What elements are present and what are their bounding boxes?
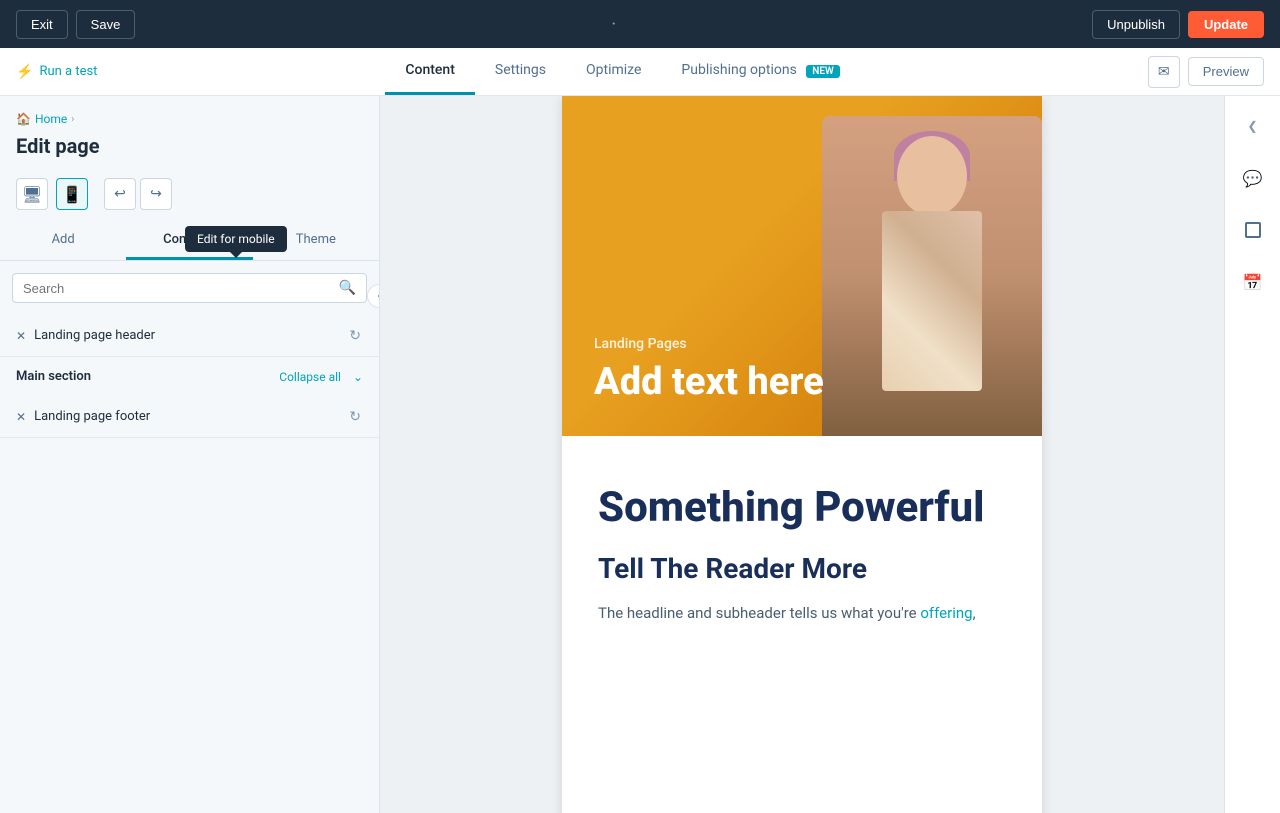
collapse-all-link[interactable]: Collapse all [279, 370, 341, 384]
sidebar-header: 🏠 Home › Edit page [0, 96, 379, 178]
content-heading: Something Powerful [598, 484, 1006, 532]
tab-theme[interactable]: Theme [253, 222, 379, 260]
top-nav: Exit Save · Unpublish Update [0, 0, 1280, 48]
tab-settings[interactable]: Settings [475, 48, 566, 95]
search-input-wrap: 🔍 [12, 273, 367, 303]
save-button[interactable]: Save [76, 10, 136, 39]
main-section-controls: Collapse all ⌄ [279, 370, 363, 384]
desktop-view-button[interactable]: 🖥 [16, 178, 48, 210]
run-test-icon: ⚡ [16, 64, 33, 80]
second-nav: ⚡ Run a test Content Settings Optimize P… [0, 48, 1280, 96]
run-test-label: Run a test [39, 64, 97, 79]
body-end: , [973, 604, 976, 622]
list-item-landing-footer[interactable]: ✕ Landing page footer ↻ [0, 396, 379, 438]
person-body [882, 211, 982, 391]
sidebar-item-footer-left: ✕ Landing page footer [16, 409, 150, 424]
canvas-hero: Landing Pages Add text here [562, 96, 1042, 436]
calendar-icon-button[interactable]: 📅 [1235, 264, 1271, 300]
canvas-area: Landing Pages Add text here Something Po… [380, 96, 1224, 813]
sidebar-item-actions: ↻ [347, 325, 363, 346]
unpublish-button[interactable]: Unpublish [1092, 10, 1180, 39]
body-highlight: offering [920, 604, 972, 622]
calendar-icon: 📅 [1243, 273, 1263, 292]
view-mode-buttons: 🖥 📱 ↩ ↪ [0, 178, 379, 222]
hero-person-image [822, 116, 1042, 436]
content-subheading: Tell The Reader More [598, 552, 1006, 585]
search-input[interactable] [23, 281, 339, 296]
chat-icon-button[interactable]: 💬 [1235, 160, 1271, 196]
page-title: Edit page [16, 134, 363, 158]
layout-icon [1245, 222, 1261, 238]
undo-redo-group: ↩ ↪ [104, 178, 172, 210]
main-section-label: Main section [16, 369, 91, 384]
footer-refresh-icon[interactable]: ↻ [347, 406, 363, 427]
left-sidebar: Edit for mobile 🏠 Home › Edit page 🖥 📱 ↩… [0, 96, 380, 813]
redo-button[interactable]: ↪ [140, 178, 172, 210]
main-layout: Edit for mobile 🏠 Home › Edit page 🖥 📱 ↩… [0, 96, 1280, 813]
search-icon: 🔍 [339, 280, 356, 296]
close-icon: ✕ [16, 329, 26, 343]
canvas-content: Something Powerful Tell The Reader More … [562, 436, 1042, 657]
breadcrumb-label: Home [35, 112, 67, 126]
hero-title: Add text here [594, 362, 824, 404]
mobile-view-button[interactable]: 📱 [56, 178, 88, 210]
sidebar-footer-label: Landing page footer [34, 409, 150, 424]
close-footer-icon: ✕ [16, 410, 26, 424]
message-icon-button[interactable]: ✉ [1148, 56, 1180, 88]
chat-icon: 💬 [1243, 169, 1263, 188]
refresh-icon[interactable]: ↻ [347, 325, 363, 346]
sidebar-tabs: Add Contents Theme [0, 222, 379, 261]
search-container: 🔍 [0, 261, 379, 315]
tab-contents[interactable]: Contents [126, 222, 252, 260]
right-collapse-button[interactable]: ❮ [1235, 108, 1271, 144]
right-sidebar: ❮ 💬 📅 [1224, 96, 1280, 813]
breadcrumb[interactable]: 🏠 Home › [16, 112, 363, 126]
hero-text-content: Landing Pages Add text here [594, 336, 824, 404]
nav-tabs: Content Settings Optimize Publishing opt… [97, 48, 1147, 95]
top-nav-left: Exit Save [16, 10, 135, 39]
body-text: The headline and subheader tells us what… [598, 604, 920, 622]
tab-add[interactable]: Add [0, 222, 126, 260]
tab-content[interactable]: Content [385, 48, 475, 95]
top-nav-center: · [135, 14, 1092, 35]
preview-button[interactable]: Preview [1188, 57, 1264, 86]
exit-button[interactable]: Exit [16, 10, 68, 39]
sidebar-item-left: ✕ Landing page header [16, 328, 155, 343]
main-section-row: Main section Collapse all ⌄ [0, 357, 379, 396]
chevron-down-icon: ⌄ [353, 370, 363, 384]
publishing-badge: NEW [806, 65, 840, 78]
nav-dot: · [611, 14, 616, 35]
list-item-landing-header[interactable]: ✕ Landing page header ↻ [0, 315, 379, 357]
undo-button[interactable]: ↩ [104, 178, 136, 210]
sidebar-footer-actions: ↻ [347, 406, 363, 427]
nav-right-actions: ✉ Preview [1148, 56, 1280, 88]
tab-optimize[interactable]: Optimize [566, 48, 661, 95]
canvas-frame: Landing Pages Add text here Something Po… [562, 96, 1042, 813]
breadcrumb-arrow-icon: › [71, 114, 74, 125]
person-head [897, 136, 967, 216]
run-test-link[interactable]: ⚡ Run a test [16, 64, 97, 80]
tab-publishing[interactable]: Publishing options NEW [661, 48, 859, 95]
hero-person-inner [822, 116, 1042, 436]
top-nav-right: Unpublish Update [1092, 10, 1264, 39]
layout-icon-button[interactable] [1235, 212, 1271, 248]
home-icon: 🏠 [16, 112, 31, 126]
sidebar-item-label: Landing page header [34, 328, 155, 343]
hero-label: Landing Pages [594, 336, 824, 352]
content-body: The headline and subheader tells us what… [598, 601, 1006, 625]
update-button[interactable]: Update [1188, 11, 1264, 38]
